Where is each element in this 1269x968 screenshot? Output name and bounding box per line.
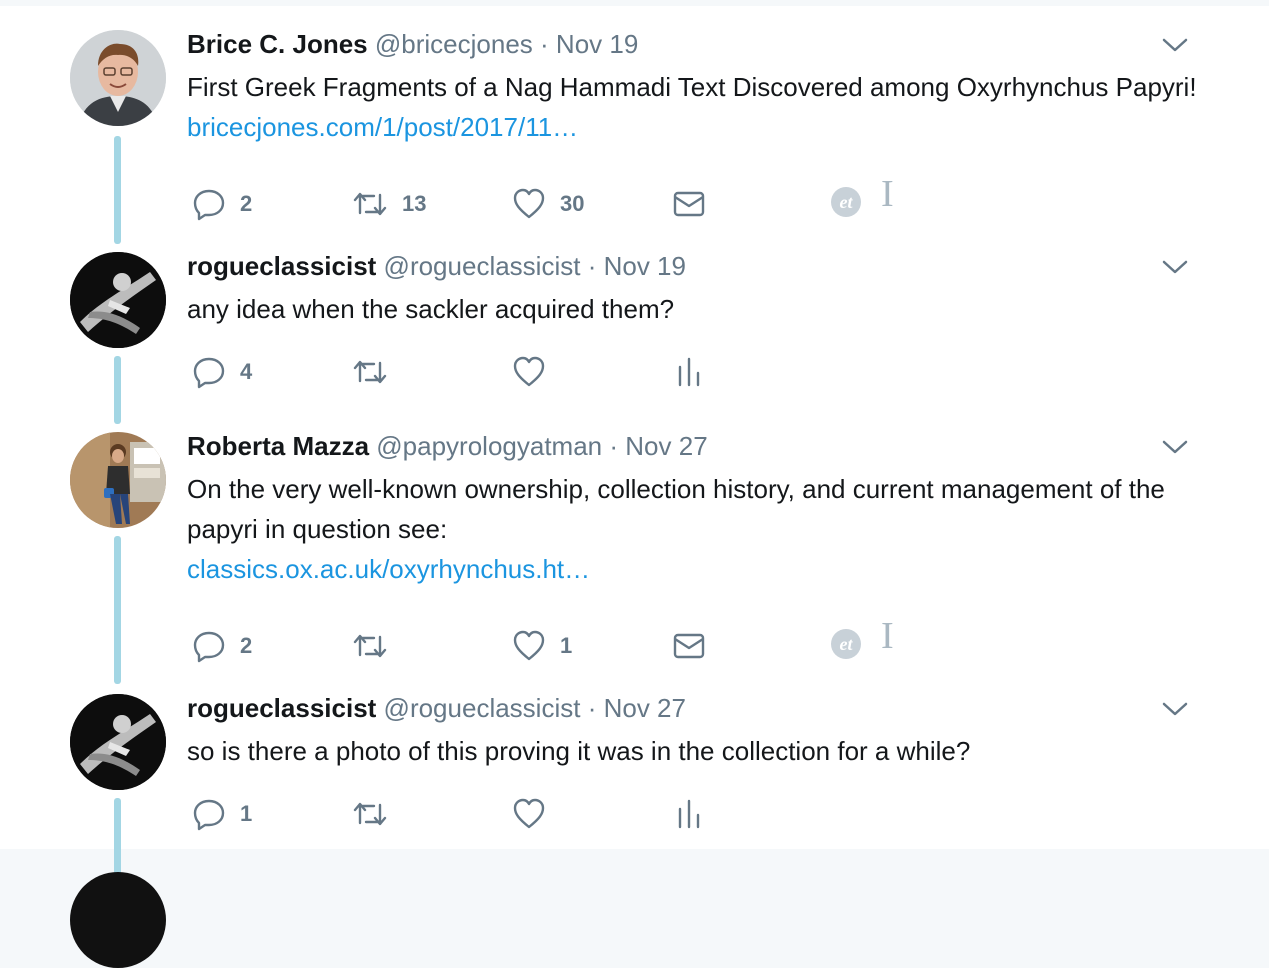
analytics-icon bbox=[678, 357, 700, 387]
tweet-link[interactable]: bricecjones.com/1/post/2017/11… bbox=[187, 112, 578, 142]
tweet-text: any idea when the sackler acquired them? bbox=[187, 289, 1197, 329]
i-extension-icon[interactable]: I bbox=[881, 617, 894, 655]
tweet-text: so is there a photo of this proving it w… bbox=[187, 731, 1197, 771]
reply-count: 1 bbox=[240, 801, 253, 826]
retweet-icon bbox=[353, 634, 387, 658]
chevron-down-icon[interactable] bbox=[1162, 438, 1188, 456]
retweet-icon bbox=[353, 192, 387, 216]
thread-line-3 bbox=[114, 536, 121, 684]
tweet-link[interactable]: classics.ox.ac.uk/oxyrhynchus.ht… bbox=[187, 554, 590, 584]
chevron-down-icon[interactable] bbox=[1162, 36, 1188, 54]
avatar[interactable] bbox=[70, 872, 166, 968]
author-name[interactable]: rogueclassicist bbox=[187, 251, 376, 281]
like-button[interactable] bbox=[512, 797, 546, 831]
reply-button[interactable]: 2 bbox=[192, 187, 252, 221]
separator-dot: · bbox=[540, 29, 549, 59]
tweet-text: On the very well-known ownership, collec… bbox=[187, 469, 1197, 589]
reply-icon bbox=[193, 357, 225, 389]
heart-icon bbox=[513, 798, 545, 829]
et-label: et bbox=[840, 192, 854, 212]
tweet-header: Roberta Mazza @papyrologyatman · Nov 27 bbox=[187, 431, 708, 461]
tweet-body: First Greek Fragments of a Nag Hammadi T… bbox=[187, 72, 1197, 102]
avatar[interactable] bbox=[70, 30, 166, 126]
reply-count: 2 bbox=[240, 633, 253, 658]
tweet-text: First Greek Fragments of a Nag Hammadi T… bbox=[187, 67, 1197, 147]
retweet-count: 13 bbox=[402, 191, 427, 216]
et-extension-icon[interactable]: et bbox=[829, 627, 863, 661]
tweet-body: On the very well-known ownership, collec… bbox=[187, 474, 1165, 544]
retweet-button[interactable]: 13 bbox=[352, 187, 426, 221]
chevron-down-icon[interactable] bbox=[1162, 258, 1188, 276]
timeline-footer bbox=[0, 849, 1269, 878]
like-button[interactable] bbox=[512, 355, 546, 389]
thread-line-4 bbox=[114, 798, 121, 878]
author-handle[interactable]: @papyrologyatman bbox=[376, 431, 602, 461]
like-count: 30 bbox=[560, 191, 585, 216]
retweet-icon bbox=[353, 802, 387, 826]
analytics-icon bbox=[678, 799, 700, 829]
envelope-icon bbox=[673, 633, 705, 659]
analytics-button[interactable] bbox=[676, 797, 702, 831]
author-handle[interactable]: @bricecjones bbox=[375, 29, 533, 59]
tweet-date[interactable]: Nov 19 bbox=[556, 29, 638, 59]
separator-dot: · bbox=[609, 431, 619, 461]
separator-dot: · bbox=[587, 251, 597, 281]
tweet-date[interactable]: Nov 27 bbox=[625, 431, 707, 461]
reply-count: 4 bbox=[240, 359, 253, 384]
heart-icon bbox=[513, 630, 545, 661]
reply-button[interactable]: 2 bbox=[192, 629, 252, 663]
et-extension-icon[interactable]: et bbox=[829, 185, 863, 219]
tweet-header: rogueclassicist @rogueclassicist · Nov 1… bbox=[187, 251, 686, 281]
reply-button[interactable]: 4 bbox=[192, 355, 252, 389]
retweet-button[interactable] bbox=[352, 355, 388, 389]
chevron-down-icon[interactable] bbox=[1162, 700, 1188, 718]
retweet-icon bbox=[353, 360, 387, 384]
envelope-icon bbox=[673, 191, 705, 217]
tweet-date[interactable]: Nov 27 bbox=[604, 693, 686, 723]
thread-line-2 bbox=[114, 356, 121, 424]
author-name[interactable]: rogueclassicist bbox=[187, 693, 376, 723]
analytics-button[interactable] bbox=[676, 355, 702, 389]
direct-message-button[interactable] bbox=[672, 629, 706, 663]
author-name[interactable]: Brice C. Jones bbox=[187, 29, 368, 59]
author-handle[interactable]: @rogueclassicist bbox=[384, 693, 581, 723]
avatar[interactable] bbox=[70, 694, 166, 790]
reply-button[interactable]: 1 bbox=[192, 797, 252, 831]
like-button[interactable]: 1 bbox=[512, 629, 572, 663]
heart-icon bbox=[513, 356, 545, 387]
author-name[interactable]: Roberta Mazza bbox=[187, 431, 369, 461]
retweet-button[interactable] bbox=[352, 629, 388, 663]
author-handle[interactable]: @rogueclassicist bbox=[384, 251, 581, 281]
tweet-header: rogueclassicist @rogueclassicist · Nov 2… bbox=[187, 693, 686, 723]
reply-icon bbox=[193, 799, 225, 831]
tweet-body: so is there a photo of this proving it w… bbox=[187, 736, 971, 766]
avatar[interactable] bbox=[70, 432, 166, 528]
like-count: 1 bbox=[560, 633, 573, 658]
like-button[interactable]: 30 bbox=[512, 187, 584, 221]
separator-dot: · bbox=[587, 693, 597, 723]
heart-icon bbox=[513, 188, 545, 219]
reply-icon bbox=[193, 189, 225, 221]
avatar[interactable] bbox=[70, 252, 166, 348]
i-extension-icon[interactable]: I bbox=[881, 175, 894, 213]
tweet-header: Brice C. Jones @bricecjones · Nov 19 bbox=[187, 29, 638, 59]
retweet-button[interactable] bbox=[352, 797, 388, 831]
tweet-body: any idea when the sackler acquired them? bbox=[187, 294, 675, 324]
reply-icon bbox=[193, 631, 225, 663]
thread-line-1 bbox=[114, 136, 121, 244]
reply-count: 2 bbox=[240, 191, 253, 216]
et-label: et bbox=[840, 634, 854, 654]
direct-message-button[interactable] bbox=[672, 187, 706, 221]
tweet-date[interactable]: Nov 19 bbox=[604, 251, 686, 281]
